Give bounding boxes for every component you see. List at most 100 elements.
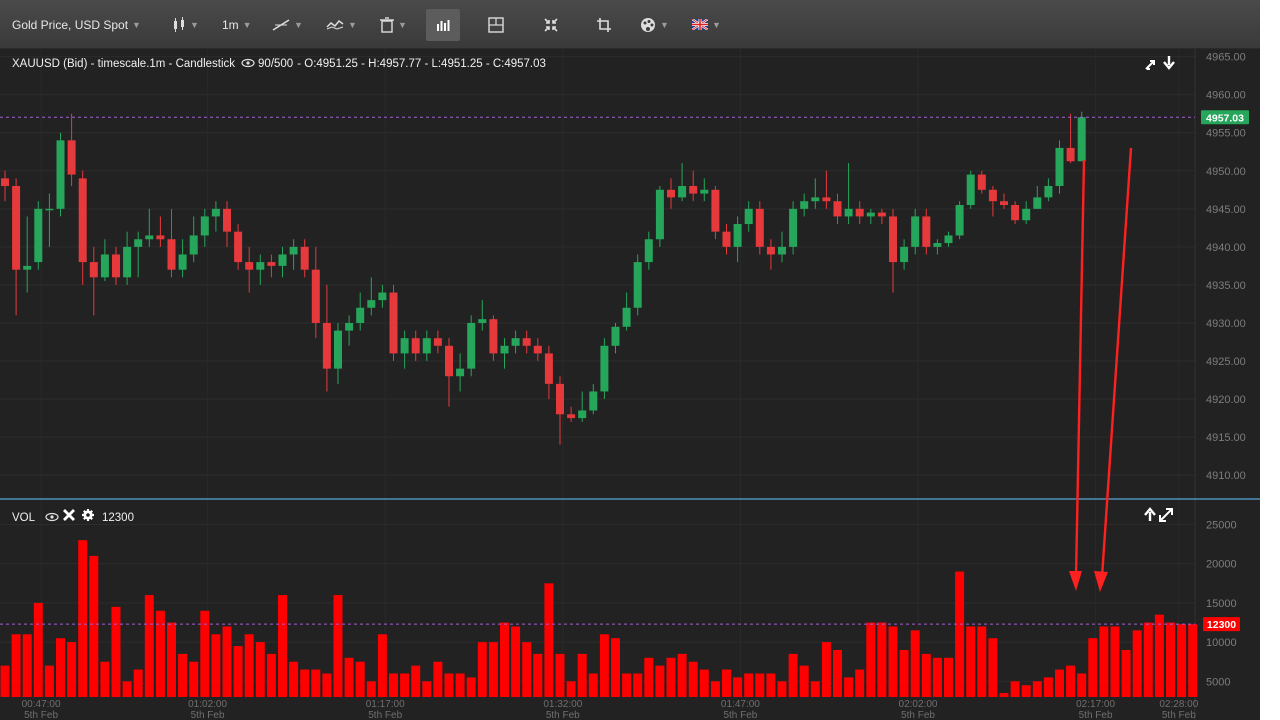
volume-bar — [588, 673, 598, 697]
volume-bar — [89, 555, 99, 697]
date-tick-label: 5th Feb — [546, 710, 580, 720]
volume-bar — [133, 669, 143, 697]
candle-body — [1022, 208, 1031, 221]
candle-body — [300, 246, 309, 270]
candle-body — [778, 246, 786, 255]
theme-selector[interactable]: ▼ — [640, 0, 669, 49]
candle-body — [977, 174, 986, 190]
date-tick-label: 5th Feb — [901, 710, 935, 720]
candle-body — [844, 208, 853, 217]
volume-bar — [777, 681, 787, 697]
symbol-selector[interactable]: Gold Price, USD Spot ▼ — [12, 0, 141, 49]
volume-bar — [1099, 626, 1109, 697]
date-tick-label: 5th Feb — [1162, 710, 1196, 720]
volume-bar — [1121, 649, 1131, 697]
candle-body — [988, 189, 997, 202]
volume-bar — [1188, 624, 1198, 697]
volume-bar — [533, 653, 543, 697]
candle-body — [689, 185, 698, 194]
volume-bar — [222, 626, 232, 697]
volume-bar — [821, 642, 831, 697]
volume-bar — [644, 657, 654, 697]
volume-toggle-button[interactable] — [426, 9, 460, 41]
chevron-down-icon: ▼ — [132, 19, 141, 30]
candle-body — [866, 212, 875, 217]
candle-body — [67, 140, 76, 175]
volume-bar — [577, 653, 587, 697]
candle-body — [1066, 147, 1075, 162]
volume-bar — [67, 642, 77, 697]
volume-bar — [999, 693, 1009, 697]
chart-type-selector[interactable]: ▼ — [172, 0, 199, 49]
volume-bar — [1132, 630, 1142, 697]
time-tick-label: 00:47:00 — [22, 699, 61, 710]
price-tick-label: 4935.00 — [1206, 280, 1246, 292]
volume-bar — [966, 626, 976, 697]
volume-bar — [788, 653, 798, 697]
volume-bar — [289, 661, 299, 697]
volume-bar — [611, 638, 620, 697]
candle-body — [889, 216, 897, 263]
volume-bar — [844, 677, 854, 697]
candle-body — [611, 326, 620, 346]
volume-bar — [500, 622, 509, 697]
volume-bar — [111, 606, 121, 697]
volume-bar — [477, 642, 487, 697]
candle-body — [755, 208, 764, 247]
volume-bar — [322, 673, 332, 697]
drawing-tools-selector[interactable]: ▼ — [272, 0, 303, 49]
layout-button[interactable] — [488, 0, 504, 49]
volume-bar — [300, 669, 310, 697]
candle-body — [256, 262, 265, 270]
candle-body — [189, 235, 198, 255]
volume-bar — [0, 665, 10, 697]
volume-bar — [1143, 622, 1153, 697]
candle-body — [877, 212, 886, 217]
candle-body — [123, 246, 132, 278]
candle-body — [1033, 197, 1042, 209]
volume-bar — [1154, 614, 1164, 697]
candle-body — [234, 231, 243, 263]
candle-body — [933, 243, 942, 247]
volume-bar — [677, 653, 687, 697]
candle-body — [134, 239, 143, 247]
volume-bar — [78, 540, 88, 697]
price-tick-label: 4965.00 — [1206, 52, 1246, 64]
candle-body — [633, 262, 642, 308]
candle-body — [100, 254, 109, 278]
language-selector[interactable]: ▼ — [692, 0, 721, 49]
volume-bar — [899, 649, 909, 697]
time-tick-label: 02:17:00 — [1076, 699, 1115, 710]
candle-body — [156, 235, 165, 240]
volume-tick-label: 15000 — [1206, 598, 1237, 610]
indicators-selector[interactable]: ▼ — [326, 0, 357, 49]
candle-body — [200, 216, 209, 236]
price-tick-label: 4915.00 — [1206, 432, 1246, 444]
volume-bar — [1066, 665, 1076, 697]
volume-tick-label: 20000 — [1206, 559, 1237, 571]
candle-body — [711, 189, 720, 232]
volume-bar — [1177, 624, 1187, 697]
volume-bar — [167, 622, 176, 697]
volume-bar — [278, 595, 287, 697]
volume-bar — [566, 681, 576, 697]
delete-drawings-button[interactable]: ▼ — [380, 0, 407, 49]
price-tick-label: 4950.00 — [1206, 166, 1246, 178]
time-tick-label: 01:17:00 — [366, 699, 405, 710]
candle-body — [1, 178, 9, 186]
volume-bar — [988, 638, 998, 697]
volume-bar — [144, 595, 154, 697]
crosshair-button[interactable] — [596, 0, 612, 49]
volume-bar — [622, 673, 632, 697]
volume-readout: 12300 — [102, 512, 134, 524]
volume-bar — [344, 657, 354, 697]
candle-body — [12, 185, 21, 270]
chart-area[interactable]: 4910.00 4915.00 4920.00 4925.00 4930.00 4935.… — [0, 49, 1260, 720]
price-series-title: XAUUSD (Bid) - timescale.1m - Candlestic… — [12, 58, 235, 70]
candle-body — [478, 319, 487, 323]
price-tick-label: 4945.00 — [1206, 204, 1246, 216]
timeframe-selector[interactable]: 1m ▼ — [222, 0, 252, 49]
candle-body — [944, 235, 953, 244]
fit-chart-button[interactable] — [543, 0, 559, 49]
volume-bar — [710, 681, 720, 697]
